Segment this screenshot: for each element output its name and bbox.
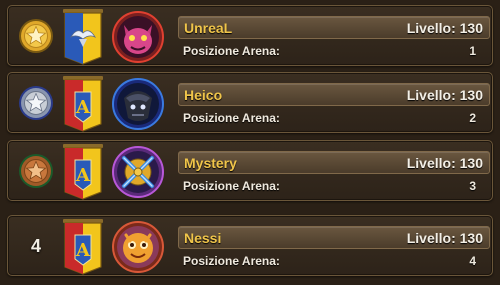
- letter-a-banner-icon: A: [61, 144, 105, 200]
- svg-text:A: A: [75, 165, 91, 186]
- player-level: Livello: 130: [406, 230, 483, 246]
- ranking-row-2[interactable]: A Heico Livello: 130 Posizione Arena: 2: [7, 72, 493, 133]
- winged-crest-banner-icon: [61, 9, 105, 65]
- arena-position-label: Posizione Arena:: [183, 44, 280, 58]
- player-name[interactable]: Nessi: [184, 230, 221, 246]
- dark-knight-avatar-icon[interactable]: [112, 78, 164, 130]
- ranking-row-1[interactable]: UnreaL Livello: 130 Posizione Arena: 1: [7, 5, 493, 66]
- player-name-bar: Heico Livello: 130: [178, 83, 490, 106]
- player-name-bar: Nessi Livello: 130: [178, 226, 490, 249]
- letter-a-banner-icon: A: [61, 219, 105, 275]
- arena-position-label: Posizione Arena:: [183, 179, 280, 193]
- player-level: Livello: 130: [406, 87, 483, 103]
- gold-medal-icon: [18, 18, 54, 54]
- player-name[interactable]: UnreaL: [184, 20, 232, 36]
- orange-creature-avatar-icon[interactable]: [112, 221, 164, 273]
- arena-ranking-list: UnreaL Livello: 130 Posizione Arena: 1 A: [0, 0, 500, 285]
- arena-position-label: Posizione Arena:: [183, 254, 280, 268]
- arena-position-value: 3: [469, 179, 476, 193]
- player-level: Livello: 130: [406, 20, 483, 36]
- arena-position-value: 4: [469, 254, 476, 268]
- ranking-row-4[interactable]: 4 A Nessi Livello: 130 Posizione Arena: …: [7, 215, 493, 276]
- arena-position-value: 1: [469, 44, 476, 58]
- pink-demon-avatar-icon[interactable]: [112, 11, 164, 63]
- crossed-swords-avatar-icon[interactable]: [112, 146, 164, 198]
- bronze-medal-icon: [18, 153, 54, 189]
- player-name-bar: UnreaL Livello: 130: [178, 16, 490, 39]
- silver-medal-icon: [18, 85, 54, 121]
- player-level: Livello: 130: [406, 155, 483, 171]
- player-name[interactable]: Heico: [184, 87, 222, 103]
- ranking-row-3[interactable]: A Mystery Livello: 130 Posizione Arena: …: [7, 140, 493, 201]
- rank-number-slot: 4: [18, 228, 54, 264]
- arena-position-label: Posizione Arena:: [183, 111, 280, 125]
- rank-number: 4: [30, 235, 41, 256]
- arena-position-value: 2: [469, 111, 476, 125]
- svg-text:A: A: [75, 240, 91, 261]
- player-name-bar: Mystery Livello: 130: [178, 151, 490, 174]
- letter-a-banner-icon: A: [61, 76, 105, 132]
- player-name[interactable]: Mystery: [184, 155, 237, 171]
- svg-text:A: A: [75, 97, 91, 118]
